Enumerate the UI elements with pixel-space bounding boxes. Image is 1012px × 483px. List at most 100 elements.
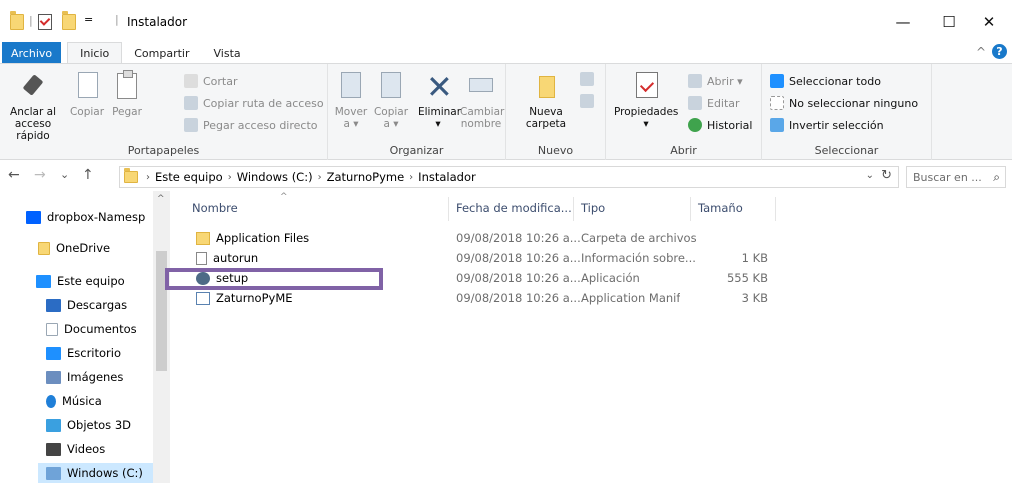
sidebar-item-onedrive[interactable]: OneDrive — [38, 238, 110, 258]
edit-button[interactable]: Editar — [688, 94, 740, 112]
ribbon-tabs: Archivo Inicio Compartir Vista — [0, 42, 1012, 64]
address-bar[interactable]: › Este equipo › Windows (C:) › ZaturnoPy… — [119, 166, 899, 188]
select-none-button[interactable]: No seleccionar ninguno — [770, 94, 918, 112]
file-date: 09/08/2018 10:26 a... — [456, 231, 581, 245]
open-group-label: Abrir — [670, 144, 697, 157]
open-label: Abrir ▾ — [707, 74, 743, 88]
breadcrumb-instalador[interactable]: Instalador — [418, 170, 476, 184]
sidebar-item-documents[interactable]: Documentos — [46, 319, 137, 339]
cut-button[interactable]: Cortar — [184, 72, 238, 90]
sidebar-item-label: Imágenes — [67, 370, 124, 384]
invert-selection-icon — [770, 118, 784, 132]
refresh-icon[interactable]: ↻ — [881, 168, 892, 183]
sidebar-item-videos[interactable]: Videos — [46, 439, 105, 459]
history-icon — [688, 118, 702, 132]
copy-to-button[interactable]: Copiar a ▾ — [372, 70, 410, 130]
sidebar-item-3d-objects[interactable]: Objetos 3D — [46, 415, 131, 435]
column-header-name[interactable]: Nombre — [192, 201, 238, 215]
title-separator: | — [115, 13, 119, 26]
qa-dropdown-icon[interactable]: = — [84, 13, 93, 29]
forward-arrow-icon[interactable]: → — [34, 167, 46, 183]
table-row[interactable]: Application Files 09/08/2018 10:26 a... … — [190, 229, 990, 247]
help-icon[interactable]: ? — [992, 44, 1007, 59]
paste-button[interactable]: Pegar — [108, 70, 146, 118]
column-header-type[interactable]: Tipo — [581, 201, 605, 215]
close-button[interactable]: ✕ — [966, 8, 1012, 36]
table-row[interactable]: autorun 09/08/2018 10:26 a... Informació… — [190, 249, 990, 267]
cube-icon — [46, 418, 61, 432]
breadcrumb-zaturnopyme[interactable]: ZaturnoPyme — [327, 170, 405, 184]
properties-check-icon[interactable] — [38, 14, 52, 30]
breadcrumb-separator: › — [317, 171, 322, 183]
minimize-button[interactable]: — — [880, 8, 926, 36]
column-divider[interactable] — [448, 197, 449, 221]
window-title: Instalador — [127, 15, 188, 29]
settings-file-icon — [196, 251, 207, 265]
file-size: 3 KB — [741, 291, 768, 305]
paste-shortcut-icon — [184, 118, 198, 132]
address-dropdown-icon[interactable]: ⌄ — [866, 170, 874, 181]
sidebar-item-this-pc[interactable]: Este equipo — [36, 271, 125, 291]
open-button[interactable]: Abrir ▾ — [688, 72, 743, 90]
sidebar-item-dropbox[interactable]: dropbox-Namesp — [26, 207, 145, 227]
file-size: 1 KB — [741, 251, 768, 265]
tab-view[interactable]: Vista — [202, 42, 253, 64]
delete-x-icon: ✕ — [426, 68, 453, 106]
recent-locations-icon[interactable]: ⌄ — [60, 168, 69, 181]
sidebar-item-label: Videos — [67, 442, 106, 456]
table-row[interactable]: ZaturnoPyME 09/08/2018 10:26 a... Applic… — [190, 289, 990, 307]
pin-quick-access-button[interactable]: Anclar al acceso rápido — [4, 70, 62, 142]
delete-button[interactable]: ✕ Eliminar ▾ — [418, 68, 462, 130]
sidebar-item-pictures[interactable]: Imágenes — [46, 367, 123, 387]
column-divider[interactable] — [690, 197, 691, 221]
paste-shortcut-button[interactable]: Pegar acceso directo — [184, 116, 318, 134]
select-none-label: No seleccionar ninguno — [789, 96, 919, 110]
scroll-up-icon[interactable]: ^ — [157, 194, 165, 204]
new-folder-button[interactable]: Nueva carpeta — [524, 70, 568, 130]
move-to-button[interactable]: Mover a ▾ — [332, 70, 370, 130]
up-arrow-icon[interactable]: ↑ — [82, 167, 94, 183]
file-date: 09/08/2018 10:26 a... — [456, 291, 581, 305]
pin-label: Anclar al acceso rápido — [10, 106, 56, 142]
desktop-icon — [46, 346, 61, 360]
copy-button[interactable]: Copiar — [68, 70, 106, 118]
breadcrumb-this-pc[interactable]: Este equipo — [155, 170, 223, 184]
easy-access-icon[interactable] — [580, 94, 594, 108]
copy-to-label: Copiar a ▾ — [373, 106, 409, 130]
history-button[interactable]: Historial — [688, 116, 752, 134]
sidebar-item-label: Este equipo — [57, 274, 125, 288]
breadcrumb-separator: › — [227, 171, 232, 183]
new-item-icon[interactable] — [580, 72, 594, 86]
ribbon-collapse-icon[interactable]: ^ — [976, 45, 986, 59]
rename-button[interactable]: Cambiar nombre — [460, 70, 504, 130]
paste-label: Pegar — [112, 106, 142, 118]
column-header-date[interactable]: Fecha de modifica... — [456, 201, 572, 215]
new-folder-qa-icon[interactable] — [62, 11, 76, 30]
sidebar-item-label: Música — [62, 394, 102, 408]
properties-button[interactable]: Propiedades ▾ — [614, 70, 678, 130]
tab-home[interactable]: Inicio — [67, 42, 123, 64]
move-to-icon — [341, 72, 361, 98]
sidebar-item-windows-c[interactable]: Windows (C:) — [38, 463, 153, 483]
back-arrow-icon[interactable]: ← — [8, 167, 20, 183]
delete-label: Eliminar ▾ — [418, 106, 462, 130]
sidebar-item-desktop[interactable]: Escritorio — [46, 343, 121, 363]
select-all-button[interactable]: Seleccionar todo — [770, 72, 881, 90]
sidebar-scrollbar[interactable]: ^ — [153, 191, 170, 483]
tab-share[interactable]: Compartir — [122, 42, 201, 64]
sidebar-item-music[interactable]: Música — [46, 391, 102, 411]
navigation-bar: ← → ⌄ ↑ › Este equipo › Windows (C:) › Z… — [0, 161, 1012, 191]
column-header-size[interactable]: Tamaño — [698, 201, 743, 215]
copy-path-button[interactable]: Copiar ruta de acceso — [184, 94, 324, 112]
sidebar-item-downloads[interactable]: Descargas — [46, 295, 127, 315]
copy-path-label: Copiar ruta de acceso — [203, 96, 324, 110]
invert-selection-button[interactable]: Invertir selección — [770, 116, 884, 134]
paste-icon — [117, 70, 137, 99]
tab-file[interactable]: Archivo — [2, 42, 62, 64]
download-icon — [46, 298, 61, 312]
search-input[interactable]: Buscar en ... ⌕ — [906, 166, 1006, 188]
search-icon: ⌕ — [993, 170, 1000, 184]
column-divider[interactable] — [775, 197, 776, 221]
column-divider[interactable] — [573, 197, 574, 221]
breadcrumb-drive-c[interactable]: Windows (C:) — [237, 170, 313, 184]
